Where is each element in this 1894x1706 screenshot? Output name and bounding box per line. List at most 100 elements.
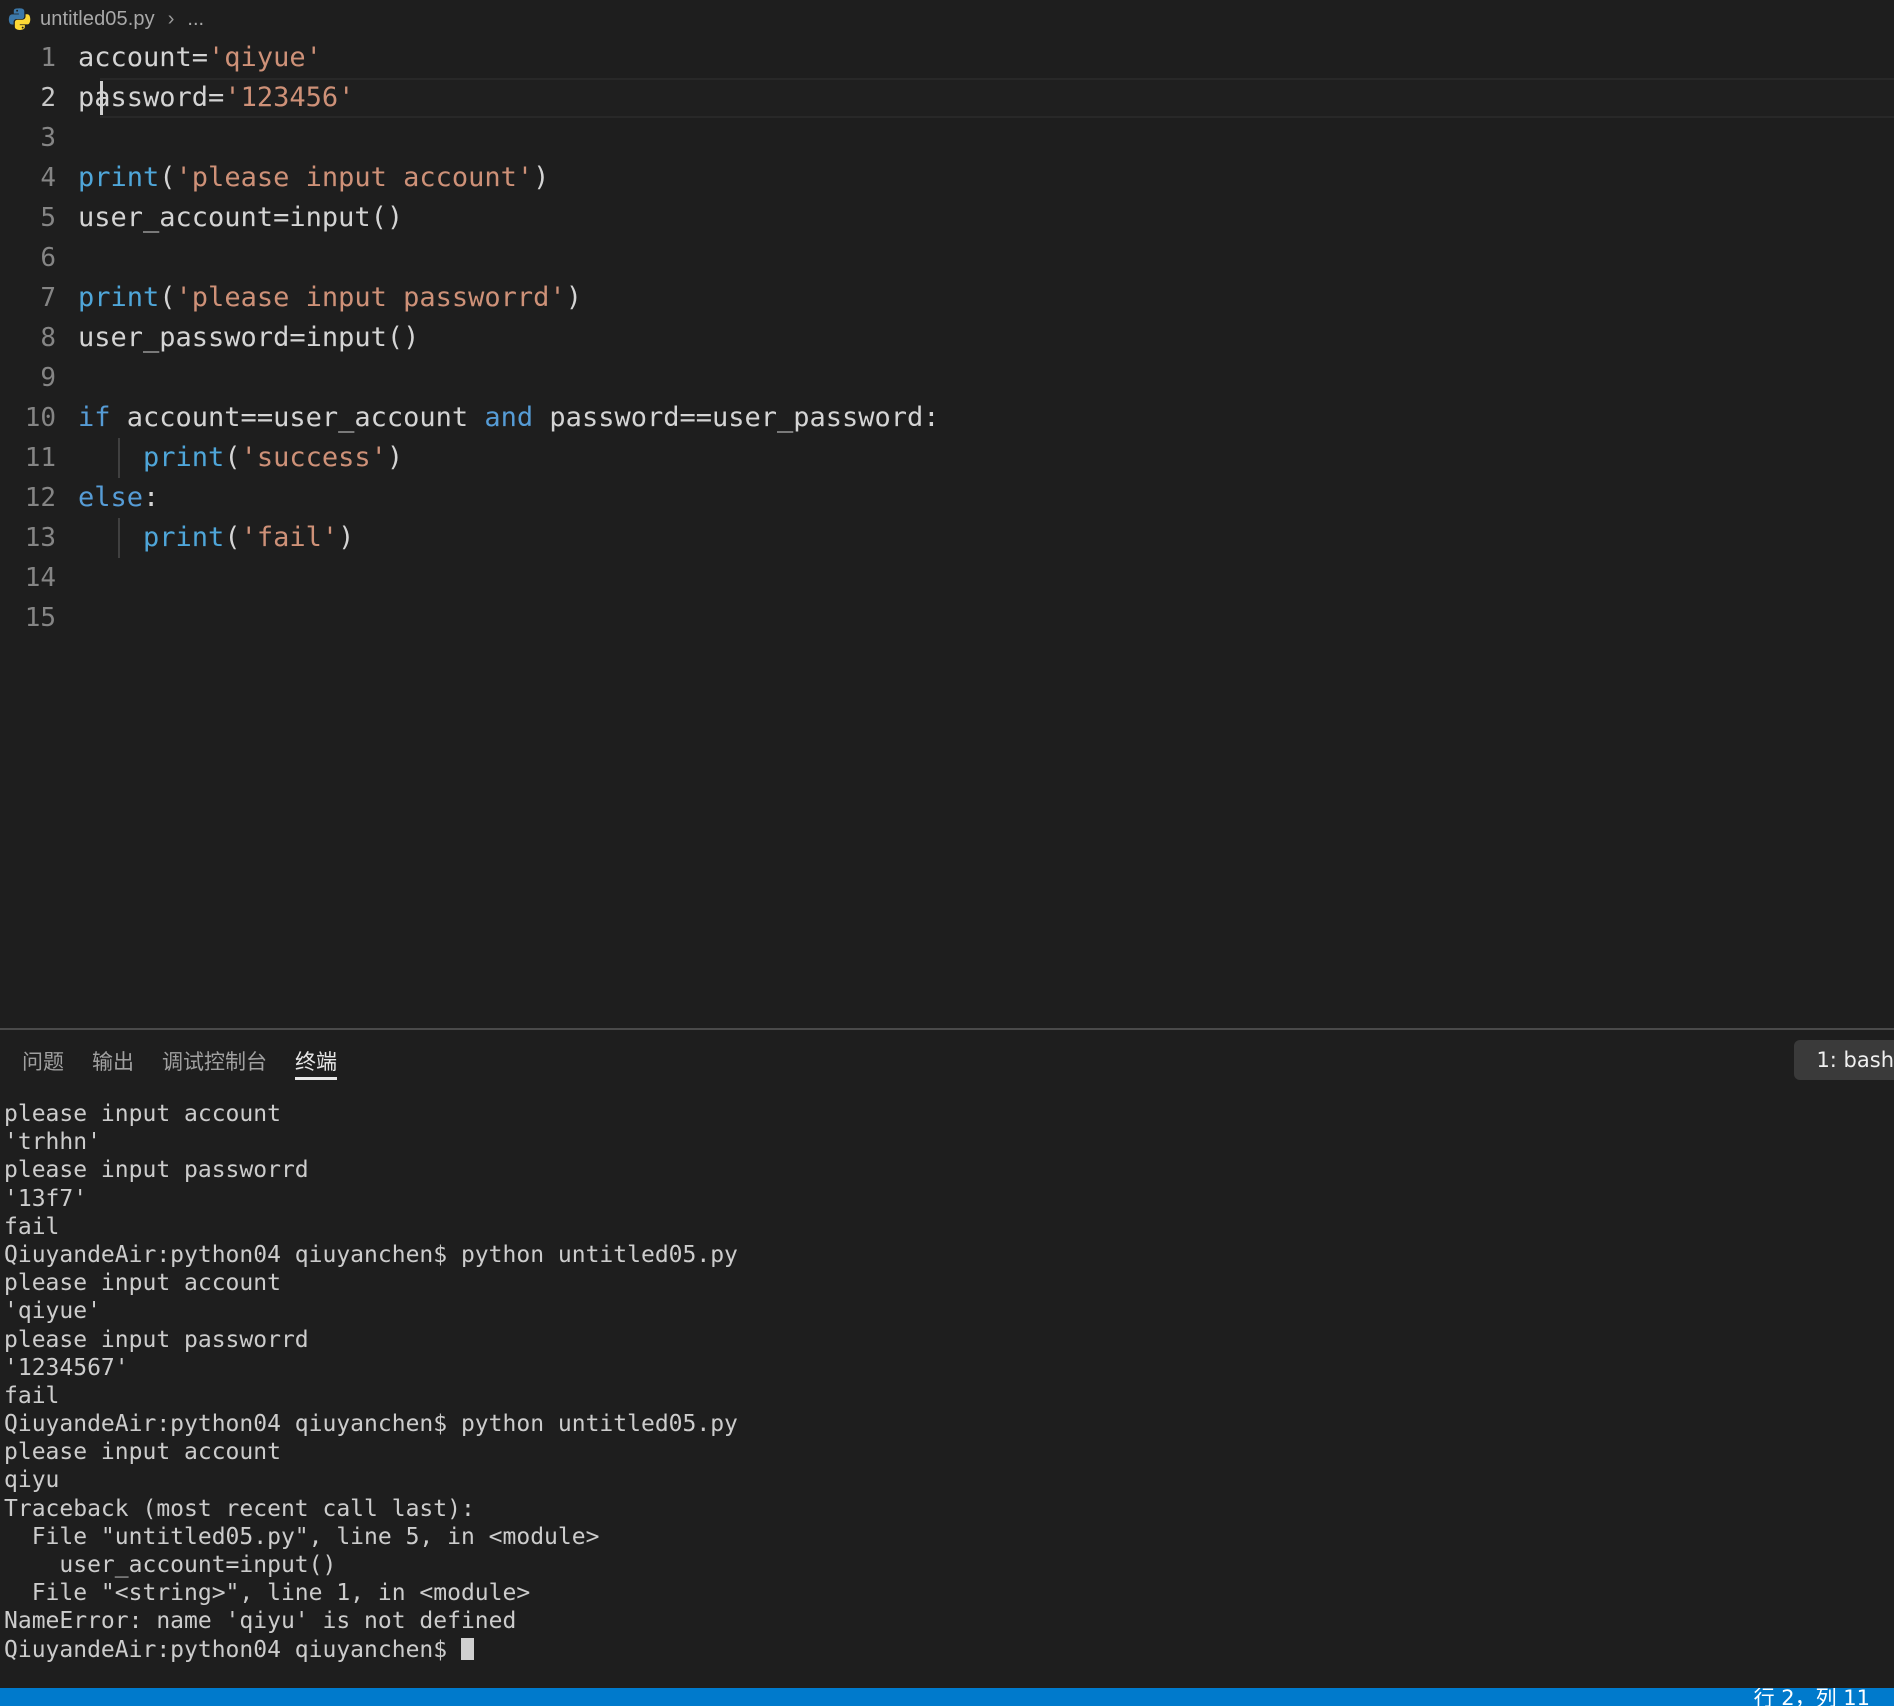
line-number: 4: [40, 163, 56, 193]
terminal-line: 'trhhn': [4, 1129, 101, 1156]
token-string: '123456': [224, 82, 355, 113]
code-line[interactable]: 5 user_account=input(): [0, 198, 1894, 238]
line-number: 7: [40, 283, 56, 313]
panel-tab-debug-console[interactable]: 调试控制台: [148, 1030, 281, 1092]
code-line[interactable]: 12 else:: [0, 478, 1894, 518]
panel-tab-terminal[interactable]: 终端: [281, 1030, 351, 1092]
terminal-line: please input passworrd: [4, 1326, 309, 1353]
code-line[interactable]: 4 print('please input account'): [0, 158, 1894, 198]
status-cursor-position[interactable]: 行 2，列 11: [1754, 1688, 1870, 1706]
token-func: print: [143, 522, 225, 553]
token-kw: and: [484, 402, 534, 433]
terminal-line: fail: [4, 1213, 60, 1240]
terminal-output[interactable]: please input account'trhhn' please input …: [0, 1092, 1894, 1688]
token-kw: else: [78, 482, 144, 513]
terminal-prompt-line: QiuyandeAir:python04 qiuyanchen$: [4, 1636, 1894, 1664]
code-text: user_account=input(): [78, 198, 403, 238]
token-plain: password==user_password:: [533, 402, 940, 433]
code-line[interactable]: 6: [0, 238, 1894, 278]
code-line[interactable]: 2 password='123456': [0, 78, 1894, 118]
code-line[interactable]: 11 print('success'): [0, 438, 1894, 478]
line-number: 1: [40, 43, 56, 73]
breadcrumb-separator-icon: ›: [167, 7, 175, 30]
token-plain: account==user_account: [110, 402, 485, 433]
line-number: 9: [40, 363, 56, 393]
terminal-line: '1234567': [4, 1354, 129, 1381]
terminal-line: please input account: [4, 1101, 281, 1127]
code-line[interactable]: 7 print('please input passworrd'): [0, 278, 1894, 318]
line-number: 3: [40, 123, 56, 153]
terminal-line: File "<string>", line 1, in <module>: [4, 1580, 531, 1607]
token-plain: (: [224, 442, 241, 473]
code-line[interactable]: 10 if account==user_account and password=…: [0, 398, 1894, 438]
line-number: 2: [40, 83, 56, 113]
token-string: 'please input account': [175, 162, 534, 193]
terminal-line: please input account: [4, 1439, 281, 1466]
code-line[interactable]: 9: [0, 358, 1894, 398]
terminal-line: QiuyandeAir:python04 qiuyanchen$ python …: [4, 1411, 738, 1438]
token-plain: ): [565, 282, 582, 313]
token-plain: (: [224, 522, 241, 553]
token-plain: user_password=input(): [78, 322, 420, 353]
line-number: 10: [24, 403, 56, 433]
token-plain: ): [338, 522, 355, 553]
code-line[interactable]: 8 user_password=input(): [0, 318, 1894, 358]
token-plain: account=: [78, 42, 209, 73]
code-text: print('success'): [78, 438, 403, 478]
terminal-cursor: [460, 1637, 474, 1660]
token-plain: :: [143, 482, 160, 513]
token-plain: ): [386, 442, 404, 473]
terminal-prompt: QiuyandeAir:python04 qiuyanchen$: [4, 1636, 461, 1663]
code-text: print('please input passworrd'): [78, 278, 582, 318]
code-line[interactable]: 3: [0, 118, 1894, 158]
breadcrumb: untitled05.py › ...: [0, 0, 1894, 38]
token-string: 'fail': [240, 522, 339, 553]
panel-tab-problems[interactable]: 问题: [8, 1030, 78, 1092]
line-number: 8: [40, 323, 56, 353]
python-file-icon: [8, 7, 32, 31]
terminal-line: NameError: name 'qiyu' is not defined: [4, 1608, 517, 1635]
vscode-window: untitled05.py › ... 1 account='qiyue' 2 pas…: [0, 0, 1894, 1706]
panel-tab-output[interactable]: 输出: [78, 1030, 148, 1092]
token-func: print: [78, 282, 160, 313]
line-number: 15: [24, 603, 56, 633]
code-text: else:: [78, 478, 159, 518]
code-text: print('please input account'): [78, 158, 549, 198]
token-plain: (: [159, 162, 176, 193]
code-text: password='123456': [78, 78, 354, 118]
line-number: 14: [24, 563, 56, 593]
line-number: 13: [24, 523, 56, 553]
terminal-line: fail: [4, 1382, 60, 1409]
code-text: account='qiyue': [78, 38, 322, 78]
status-bar: 行 2，列 11: [0, 1688, 1894, 1706]
code-line[interactable]: 13 print('fail'): [0, 518, 1894, 558]
token-func: print: [78, 162, 160, 193]
token-plain: user_account=input(): [78, 202, 404, 233]
code-text: user_password=input(): [78, 318, 419, 358]
bottom-panel: 问题 输出 调试控制台 终端 1: bash please input account '…: [0, 1028, 1894, 1688]
code-editor[interactable]: 1 account='qiyue' 2 password='123456' 3 4 prin…: [0, 38, 1894, 1028]
line-number: 12: [24, 483, 56, 513]
terminal-line: '13f7': [4, 1185, 88, 1212]
terminal-line: QiuyandeAir:python04 qiuyanchen$ python …: [4, 1241, 738, 1268]
token-string: 'success': [240, 442, 387, 473]
breadcrumb-overflow[interactable]: ...: [187, 8, 204, 31]
terminal-line: File "untitled05.py", line 5, in <module…: [4, 1523, 600, 1550]
terminal-line: qiyu: [4, 1467, 60, 1494]
line-number: 5: [40, 203, 56, 233]
terminal-line: please input account: [4, 1270, 281, 1297]
code-line[interactable]: 15: [0, 598, 1894, 638]
terminal-selector-dropdown[interactable]: 1: bash: [1794, 1040, 1894, 1080]
line-number: 11: [24, 443, 56, 473]
terminal-line: 'qiyue': [4, 1298, 101, 1325]
text-cursor: [100, 81, 103, 115]
breadcrumb-file[interactable]: untitled05.py: [40, 8, 155, 31]
panel-tabbar: 问题 输出 调试控制台 终端 1: bash: [0, 1030, 1894, 1092]
code-text: if account==user_account and password==u…: [78, 398, 940, 438]
terminal-line: please input passworrd: [4, 1157, 309, 1184]
code-line[interactable]: 1 account='qiyue': [0, 38, 1894, 78]
code-line[interactable]: 14: [0, 558, 1894, 598]
token-plain: ): [533, 162, 550, 193]
